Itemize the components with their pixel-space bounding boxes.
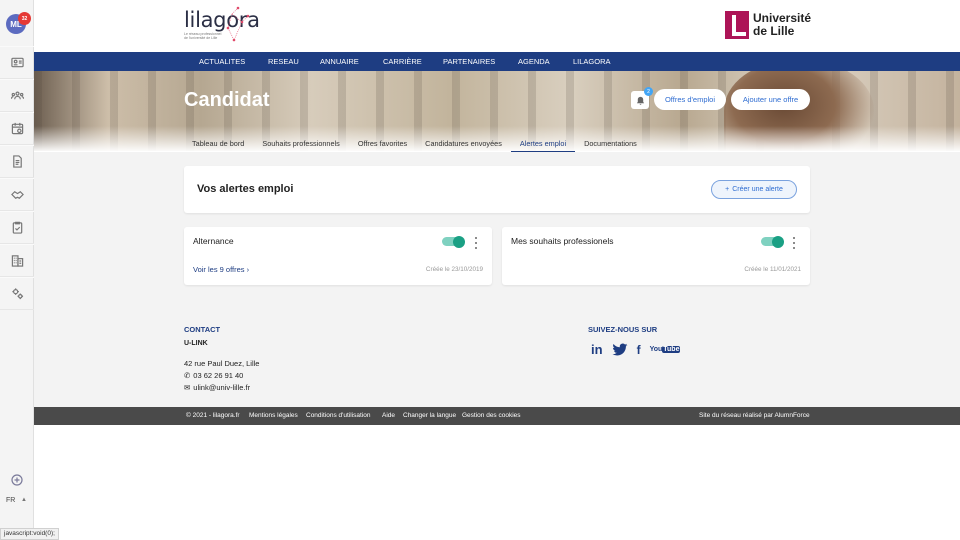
main-nav: ACTUALITES RESEAU ANNUAIRE CARRIÈRE PART… (34, 52, 960, 71)
nav-annuaire[interactable]: ANNUAIRE (320, 57, 359, 66)
email-text: ulink@univ-lille.fr (193, 383, 251, 392)
calendar-icon[interactable] (0, 112, 34, 145)
social-heading: SUIVEZ-NOUS SUR (588, 325, 658, 334)
network-icon[interactable] (0, 79, 34, 112)
caret-up-icon[interactable]: ▲ (21, 497, 27, 503)
logo-network-icon (226, 6, 250, 42)
notification-badge: 32 (18, 12, 31, 25)
cookies-link[interactable]: Gestion des cookies (462, 412, 521, 419)
document-icon[interactable] (0, 145, 34, 178)
chevron-right-icon: › (246, 265, 250, 274)
nav-agenda[interactable]: AGENDA (518, 57, 550, 66)
mail-icon: ✉ (184, 383, 191, 392)
nav-reseau[interactable]: RESEAU (268, 57, 299, 66)
create-alert-button[interactable]: + Créer une alerte (711, 180, 797, 199)
bell-badge: 2 (644, 87, 653, 96)
credit-link[interactable]: Site du réseau réalisé par AlumnForce (699, 412, 810, 419)
handshake-icon[interactable] (0, 178, 34, 211)
alert-created-date: Créée le 23/10/2019 (425, 266, 483, 273)
plus-icon: + (725, 186, 730, 193)
view-offers-link[interactable]: Voir les 9 offres › (193, 265, 249, 274)
profile-card-icon[interactable] (0, 46, 34, 79)
view-offers-label: Voir les 9 offres (193, 265, 245, 274)
facebook-icon[interactable]: f (637, 343, 641, 357)
nav-carriere[interactable]: CARRIÈRE (383, 57, 422, 66)
contact-heading: CONTACT (184, 325, 221, 334)
contact-phone: ✆ 03 62 26 91 40 (184, 371, 259, 380)
tab-dashboard[interactable]: Tableau de bord (183, 136, 253, 152)
left-sidebar: ML 32 FR ▲ (0, 0, 34, 540)
change-language-link[interactable]: Changer la langue (403, 412, 456, 419)
university-name: Université de Lille (753, 12, 811, 37)
footer-bar: © 2021 - lilagora.fr Mentions légales Co… (34, 407, 960, 425)
status-bar: javascript:void(0); (0, 528, 59, 540)
phone-icon: ✆ (184, 371, 191, 380)
tab-sent-applications[interactable]: Candidatures envoyées (416, 136, 511, 152)
contact-address: 42 rue Paul Duez, Lille (184, 359, 259, 368)
section-title: Vos alertes emploi (197, 183, 294, 195)
more-options-icon[interactable] (473, 237, 479, 249)
address-text: 42 rue Paul Duez, Lille (184, 359, 260, 368)
linkedin-icon[interactable]: in (591, 342, 603, 357)
logo-tagline: Le réseau professionnel de l'université … (184, 32, 222, 41)
university-mark-icon (725, 11, 749, 39)
header: lilagora Le réseau professionnel de l'un… (34, 0, 960, 52)
alert-toggle[interactable] (761, 235, 784, 248)
legal-link[interactable]: Mentions légales (249, 412, 298, 419)
alert-card: Alternance Voir les 9 offres › Créée le … (184, 227, 492, 285)
tab-documentation[interactable]: Documentations (575, 136, 646, 152)
contact-org: U-LINK (184, 340, 208, 347)
settings-gears-icon[interactable] (0, 277, 34, 310)
create-alert-label: Créer une alerte (732, 186, 783, 193)
candidate-tabs: Tableau de bord Souhaits professionnels … (183, 136, 646, 152)
alert-toggle[interactable] (442, 235, 465, 248)
terms-link[interactable]: Conditions d'utilisation (306, 412, 370, 419)
universite-de-lille-logo[interactable]: Université de Lille (725, 11, 811, 39)
help-link[interactable]: Aide (382, 412, 395, 419)
add-icon[interactable] (11, 474, 23, 486)
page-title: Candidat (184, 89, 270, 111)
social-links: in f YouTube (591, 342, 681, 357)
nav-actualites[interactable]: ACTUALITES (199, 57, 245, 66)
contact-block: CONTACT U-LINK 42 rue Paul Duez, Lille ✆… (184, 325, 259, 392)
job-offers-button[interactable]: Offres d'emploi (654, 89, 726, 110)
copyright[interactable]: © 2021 - lilagora.fr (186, 412, 240, 419)
contact-email[interactable]: ✉ ulink@univ-lille.fr (184, 383, 259, 392)
tab-professional-wishes[interactable]: Souhaits professionnels (253, 136, 348, 152)
nav-lilagora[interactable]: LILAGORA (573, 57, 611, 66)
university-name-line2: de Lille (753, 24, 795, 38)
alert-title: Alternance (193, 236, 234, 246)
clipboard-check-icon[interactable] (0, 211, 34, 244)
phone-text: 03 62 26 91 40 (193, 371, 244, 380)
tab-job-alerts[interactable]: Alertes emploi (510, 136, 576, 152)
nav-partenaires[interactable]: PARTENAIRES (443, 57, 495, 66)
add-offer-button[interactable]: Ajouter une offre (731, 89, 810, 110)
language-selector[interactable]: FR (6, 497, 15, 504)
bell-icon (636, 96, 644, 105)
alert-card: Mes souhaits professionels Créée le 11/0… (502, 227, 810, 285)
alert-created-date: Créée le 11/01/2021 (744, 266, 801, 273)
company-icon[interactable] (0, 244, 34, 277)
youtube-icon[interactable]: YouTube (650, 346, 681, 353)
alert-title: Mes souhaits professionels (511, 236, 614, 246)
alerts-header-card: Vos alertes emploi + Créer une alerte (184, 166, 810, 213)
tab-favorite-offers[interactable]: Offres favorites (349, 136, 416, 152)
lilagora-logo[interactable]: lilagora Le réseau professionnel de l'un… (184, 6, 260, 42)
twitter-icon[interactable] (612, 343, 628, 357)
more-options-icon[interactable] (791, 237, 797, 249)
